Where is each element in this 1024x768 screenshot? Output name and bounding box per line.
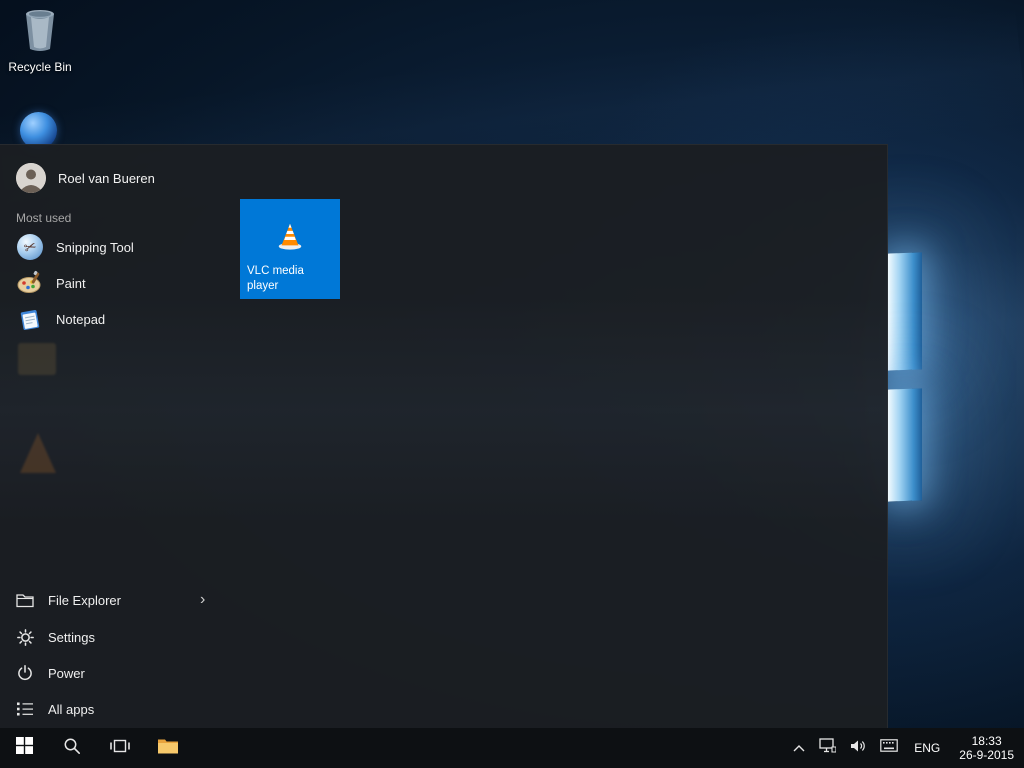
task-view-button[interactable] [96,728,144,768]
tile-label: VLC media player [247,265,304,292]
taskbar: ENG 18:33 26-9-2015 [0,728,1024,768]
speaker-icon [850,739,866,758]
vlc-icon [240,199,340,264]
start-menu-item-snipping-tool[interactable]: ✂ Snipping Tool [8,229,228,265]
taskbar-search-button[interactable] [48,728,96,768]
user-account-button[interactable]: Roel van Bueren [16,163,155,193]
chevron-right-icon[interactable]: › [200,592,205,608]
volume-button[interactable] [843,728,873,768]
recycle-bin-icon [4,8,76,57]
language-indicator[interactable]: ENG [905,728,949,768]
windows-logo-glow-pane [888,252,922,371]
snipping-tool-icon: ✂ [16,233,44,261]
notepad-icon [16,305,44,333]
start-button[interactable] [0,728,48,768]
network-icon [819,738,837,758]
user-avatar-icon [16,163,46,193]
start-menu: Roel van Bueren Most used ✂ Snipping Too… [0,144,888,728]
power-icon [16,664,34,682]
chevron-up-icon [793,739,805,757]
tile-vlc-media-player[interactable]: VLC media player [240,199,340,299]
start-menu-item-settings[interactable]: Settings [8,622,238,652]
start-menu-item-all-apps[interactable]: All apps [8,694,238,724]
network-status-button[interactable] [812,728,843,768]
recycle-bin-label: Recycle Bin [8,60,72,74]
start-menu-item-file-explorer[interactable]: File Explorer › [8,585,238,615]
clock[interactable]: 18:33 26-9-2015 [949,728,1024,768]
system-tray: ENG 18:33 26-9-2015 [786,728,1024,768]
clock-date: 26-9-2015 [959,748,1014,762]
search-icon [63,737,81,760]
file-explorer-icon [16,591,34,609]
start-menu-item-notepad[interactable]: Notepad [8,301,228,337]
all-apps-icon [16,700,34,718]
ghost-icon [18,343,56,375]
windows-logo-icon [15,737,33,759]
start-menu-item-paint[interactable]: Paint [8,265,228,301]
taskbar-file-explorer-button[interactable] [144,728,192,768]
user-name: Roel van Bueren [58,170,155,186]
touch-keyboard-button[interactable] [873,728,905,768]
gear-icon [16,628,34,646]
clock-time: 18:33 [971,734,1002,748]
desktop-icon-recycle-bin[interactable]: Recycle Bin [4,8,76,74]
task-view-icon [110,738,130,759]
ghost-icon [20,433,56,473]
tray-overflow-button[interactable] [786,728,812,768]
paint-icon [16,269,44,297]
windows-logo-glow-pane [888,388,922,502]
most-used-heading: Most used [16,211,72,225]
desktop: Recycle Bin Roel van Bueren Most used ✂ … [0,0,1024,768]
start-menu-item-power[interactable]: Power [8,658,238,688]
folder-icon [157,737,179,760]
keyboard-icon [880,739,899,757]
